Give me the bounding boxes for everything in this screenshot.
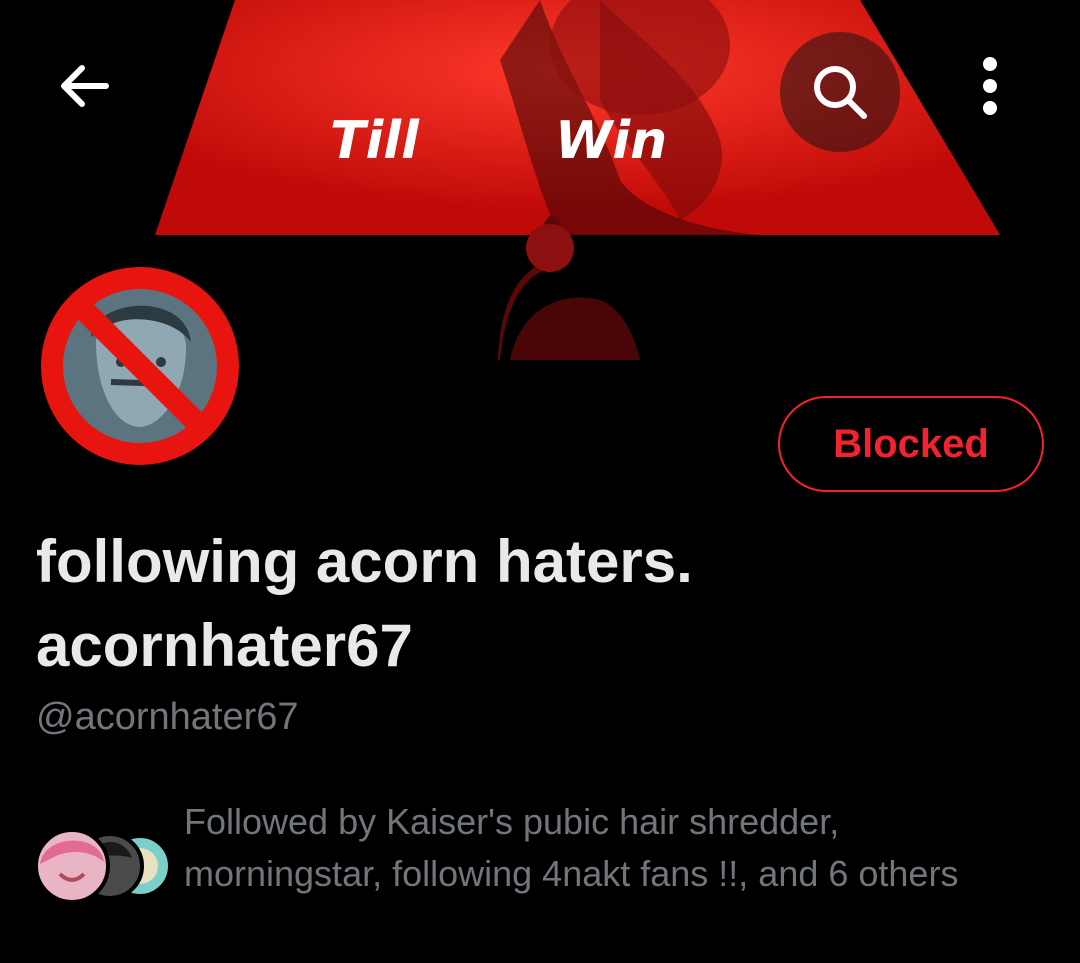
display-name: following acorn haters. acornhater67 [36,528,693,679]
search-icon [814,66,867,119]
follower-avatar-stack [34,828,172,904]
banner-text-right: Win [555,111,667,171]
banner-text-left: Till [330,111,420,171]
followed-by-text[interactable]: Followed by Kaiser's pubic hair shredder… [184,796,1044,900]
arrow-left-icon [61,65,109,107]
profile-avatar[interactable] [36,262,244,470]
search-button[interactable] [780,32,900,152]
user-handle: @acornhater67 [36,696,299,738]
blocked-button[interactable]: Blocked [778,396,1044,492]
more-options-button[interactable] [960,50,1020,122]
back-button[interactable] [48,50,120,122]
more-vertical-icon [983,57,997,115]
follower-avatars[interactable] [30,826,180,906]
prohibited-icon [41,267,239,465]
